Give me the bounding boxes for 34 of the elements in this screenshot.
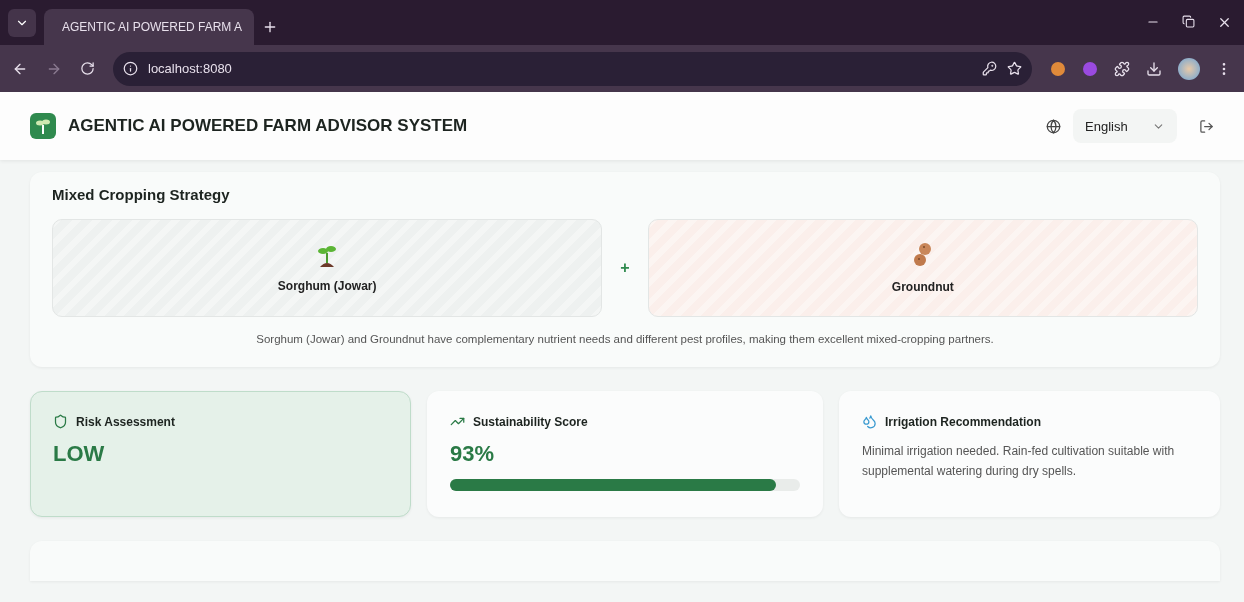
stat-text: Minimal irrigation needed. Rain-fed cultivation suitable with supplemental watering during dry spells. <box>862 443 1176 481</box>
key-icon[interactable] <box>982 61 997 76</box>
extensions-icon[interactable] <box>1114 60 1130 77</box>
shield-icon <box>53 414 68 429</box>
info-icon <box>123 61 138 76</box>
peanut-icon <box>912 242 933 268</box>
stat-value: LOW <box>53 441 106 467</box>
globe-icon <box>1046 118 1061 134</box>
language-select[interactable]: English <box>1073 109 1177 143</box>
droplets-icon <box>862 414 877 429</box>
close-icon[interactable] <box>1217 15 1232 30</box>
browser-tab[interactable]: AGENTIC AI POWERED FARM A <box>44 9 254 45</box>
new-tab-button[interactable] <box>262 19 278 35</box>
download-icon[interactable] <box>1146 60 1162 77</box>
strategy-description: Sorghum (Jowar) and Groundnut have complementary nutrient needs and different pest profiles, making them excellent mixed-cropping partners. <box>255 333 995 345</box>
plus-sign: + <box>620 259 630 277</box>
crop-name: Sorghum (Jowar) <box>277 279 377 293</box>
logo-icon <box>30 113 56 139</box>
crop-name: Groundnut <box>891 280 954 294</box>
tab-menu-button[interactable] <box>8 9 36 37</box>
logout-icon[interactable] <box>1199 118 1214 134</box>
plus-icon <box>262 19 278 35</box>
stat-value: 93% <box>450 441 496 467</box>
stat-title: Sustainability Score <box>473 414 588 429</box>
stat-title: Risk Assessment <box>76 414 175 429</box>
reload-icon[interactable] <box>80 61 95 76</box>
avatar-icon[interactable] <box>1178 57 1200 80</box>
address-bar[interactable]: localhost:8080 <box>113 51 1032 86</box>
app-title: AGENTIC AI POWERED FARM ADVISOR SYSTEM <box>68 116 469 136</box>
sprout-icon <box>317 243 338 267</box>
section-title: Mixed Cropping Strategy <box>52 186 231 203</box>
star-icon[interactable] <box>1007 61 1022 76</box>
stat-title: Irrigation Recommendation <box>885 414 1042 429</box>
restore-icon[interactable] <box>1182 15 1195 28</box>
